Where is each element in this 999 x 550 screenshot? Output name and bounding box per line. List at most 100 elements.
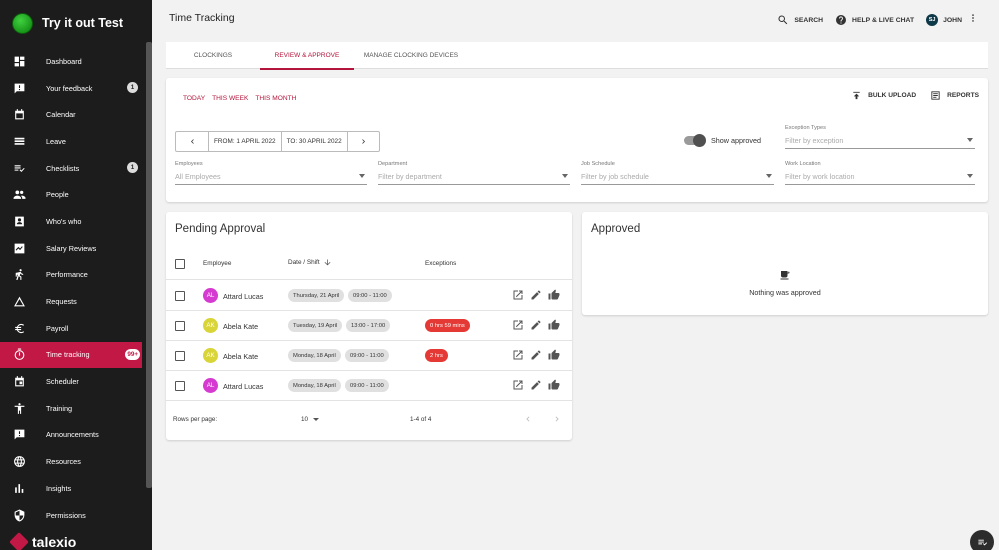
work-location-placeholder: Filter by work location: [785, 172, 855, 181]
sidebar-item-requests[interactable]: Requests: [0, 288, 152, 315]
pagination-range: 1-4 of 4: [410, 416, 432, 423]
sidebar-nav: Dashboard Your feedback 1 Calendar Leave Chec…: [0, 48, 152, 528]
this-month-link[interactable]: THIS MONTH: [255, 95, 296, 102]
thumbs-up-icon[interactable]: [548, 379, 560, 391]
sidebar-item-scheduler[interactable]: Scheduler: [0, 368, 152, 395]
exception-types-select[interactable]: Exception Types Filter by exception: [785, 125, 975, 149]
sidebar-item-label: Checklists: [46, 163, 80, 173]
sidebar-item-resources[interactable]: Resources: [0, 448, 152, 475]
user-menu[interactable]: SJ JOHN: [926, 14, 962, 26]
rows-per-page-select[interactable]: 10: [301, 416, 320, 423]
employee-name[interactable]: Abela Kate: [223, 352, 258, 361]
row-checkbox[interactable]: [175, 291, 185, 301]
filter-card: TODAY THIS WEEK THIS MONTH BULK UPLOAD R…: [166, 78, 988, 202]
sidebar-item-insights[interactable]: Insights: [0, 475, 152, 502]
sidebar-item-time-tracking[interactable]: Time tracking 99+: [0, 341, 142, 369]
sidebar-item-badge: 1: [127, 161, 138, 173]
sidebar-item-checklists[interactable]: Checklists 1: [0, 155, 152, 182]
next-period-button[interactable]: [346, 132, 379, 151]
this-week-link[interactable]: THIS WEEK: [212, 95, 248, 102]
help-label: HELP & LIVE CHAT: [852, 16, 915, 24]
employee-name[interactable]: Abela Kate: [223, 322, 258, 331]
sidebar-item-dashboard[interactable]: Dashboard: [0, 48, 152, 75]
sidebar-item-label: Insights: [46, 483, 72, 493]
edit-icon[interactable]: [530, 319, 542, 331]
upload-icon: [853, 91, 860, 100]
open-in-new-icon[interactable]: [512, 289, 524, 301]
open-in-new-icon[interactable]: [512, 349, 524, 361]
checklist-fab[interactable]: [970, 530, 994, 550]
leave-icon: [12, 134, 26, 148]
edit-icon[interactable]: [530, 349, 542, 361]
sidebar-item-calendar[interactable]: Calendar: [0, 101, 152, 128]
help-chat-button[interactable]: HELP & LIVE CHAT: [835, 14, 914, 26]
exception-chip: 0 hrs 59 mins: [425, 319, 470, 332]
select-all-checkbox[interactable]: [175, 259, 185, 269]
sidebar-item-announcements[interactable]: Announcements: [0, 422, 152, 449]
employee-name[interactable]: Attard Lucas: [223, 382, 263, 391]
tab-clockings[interactable]: CLOCKINGS: [166, 42, 260, 69]
department-select[interactable]: Department Filter by department: [378, 161, 570, 185]
approved-title: Approved: [591, 223, 641, 235]
talexio-logo-icon: [9, 532, 29, 550]
row-checkbox[interactable]: [175, 351, 185, 361]
employee-name[interactable]: Attard Lucas: [223, 292, 263, 301]
edit-icon[interactable]: [530, 379, 542, 391]
next-page-icon[interactable]: [552, 414, 562, 424]
from-date[interactable]: FROM: 1 APRIL 2022: [208, 132, 281, 151]
calendar-icon: [12, 108, 26, 122]
sidebar-item-training[interactable]: Training: [0, 395, 152, 422]
search-button[interactable]: SEARCH: [777, 14, 823, 26]
user-avatar: SJ: [926, 14, 939, 26]
row-checkbox[interactable]: [175, 381, 185, 391]
dropdown-arrow-icon: [359, 174, 365, 178]
feedback-icon: [12, 81, 26, 95]
open-in-new-icon[interactable]: [512, 319, 524, 331]
thumbs-up-icon[interactable]: [548, 319, 560, 331]
sidebar-item-payroll[interactable]: Payroll: [0, 315, 152, 342]
sidebar-item-who-s-who[interactable]: Who's who: [0, 208, 152, 235]
show-approved-toggle[interactable]: Show approved: [684, 134, 761, 147]
coffee-icon: [779, 268, 791, 280]
previous-page-icon[interactable]: [523, 414, 533, 424]
edit-icon[interactable]: [530, 289, 542, 301]
tab-review-approve[interactable]: REVIEW & APPROVE: [260, 42, 354, 70]
thumbs-up-icon[interactable]: [548, 289, 560, 301]
sidebar-item-label: Salary Reviews: [46, 243, 97, 253]
chevron-right-icon: [361, 139, 365, 144]
sidebar-item-salary-reviews[interactable]: Salary Reviews: [0, 235, 152, 262]
sidebar-item-label: Permissions: [46, 510, 86, 520]
shift-chip: 09:00 - 11:00: [348, 289, 392, 302]
brand[interactable]: Try it out Test: [0, 0, 152, 46]
employees-select[interactable]: Employees All Employees: [175, 161, 367, 185]
to-date[interactable]: TO: 30 APRIL 2022: [280, 132, 347, 151]
sidebar-item-leave[interactable]: Leave: [0, 128, 152, 155]
dashboard-icon: [12, 54, 26, 68]
sidebar-item-permissions[interactable]: Permissions: [0, 502, 152, 529]
sidebar-item-your-feedback[interactable]: Your feedback 1: [0, 75, 152, 102]
bulk-upload-button[interactable]: BULK UPLOAD: [851, 90, 916, 101]
column-date-shift[interactable]: Date / Shift: [288, 258, 332, 267]
previous-period-button[interactable]: [176, 132, 208, 151]
company-logo: [12, 12, 33, 34]
work-location-label: Work Location: [785, 161, 821, 167]
more-menu-button[interactable]: [962, 11, 978, 29]
job-schedule-select[interactable]: Job Schedule Filter by job schedule: [581, 161, 774, 185]
shield-icon: [12, 508, 26, 522]
reports-button[interactable]: REPORTS: [930, 90, 979, 101]
today-link[interactable]: TODAY: [183, 95, 205, 102]
thumbs-up-icon[interactable]: [548, 349, 560, 361]
column-date-shift-label: Date / Shift: [288, 259, 320, 266]
approved-empty-text: Nothing was approved: [749, 288, 821, 297]
sidebar-item-performance[interactable]: Performance: [0, 262, 152, 289]
tab-manage-clocking-devices[interactable]: MANAGE CLOCKING DEVICES: [354, 42, 468, 69]
triangle-icon: [12, 295, 26, 309]
sidebar-item-people[interactable]: People: [0, 181, 152, 208]
work-location-select[interactable]: Work Location Filter by work location: [785, 161, 975, 185]
reports-label: REPORTS: [947, 92, 979, 99]
sidebar-scrollbar[interactable]: [146, 42, 152, 488]
row-checkbox[interactable]: [175, 321, 185, 331]
sidebar-item-label: Performance: [46, 270, 88, 280]
open-in-new-icon[interactable]: [512, 379, 524, 391]
sidebar-item-badge: 99+: [125, 348, 140, 360]
